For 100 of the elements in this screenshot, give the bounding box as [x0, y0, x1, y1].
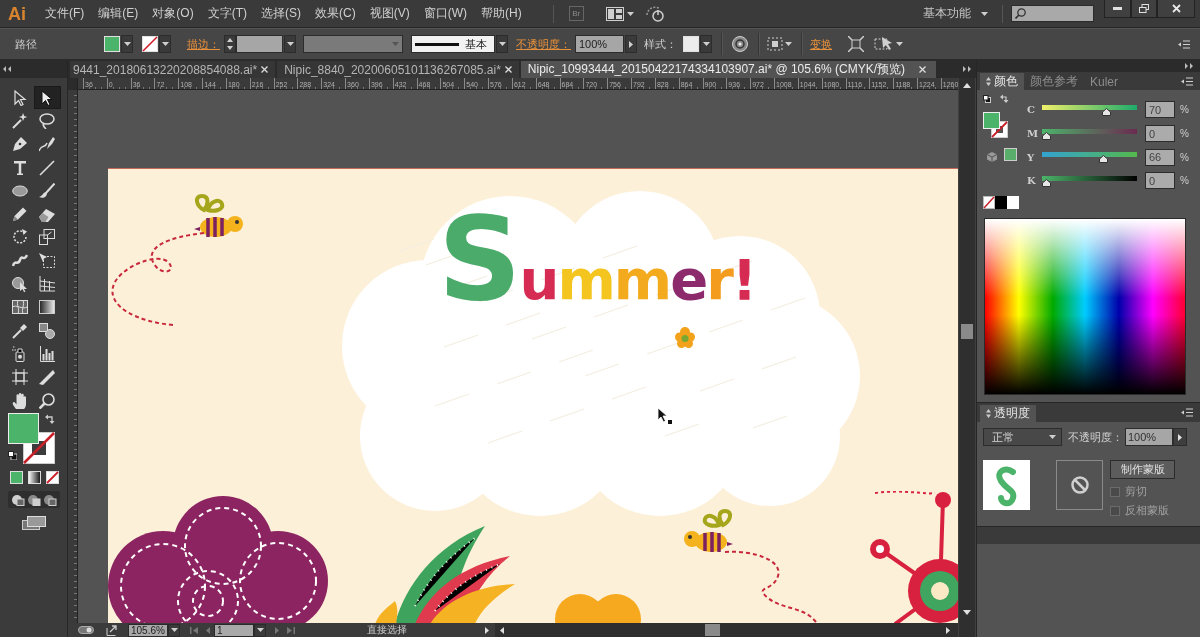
first-page-icon[interactable] [190, 626, 198, 634]
panel-tab[interactable]: Kuler [1084, 73, 1124, 90]
slider-thumb[interactable] [1042, 178, 1051, 187]
export-arrow-icon[interactable] [106, 624, 117, 636]
color-wheel-icon[interactable] [732, 36, 748, 52]
make-mask-button[interactable]: 制作蒙版 [1110, 460, 1175, 479]
panel-tab[interactable]: 颜色参考 [1024, 73, 1084, 90]
stepper-icon[interactable] [224, 35, 236, 53]
gradient-mode-icon[interactable] [28, 471, 41, 485]
none-swatch[interactable] [983, 196, 995, 209]
menu-item[interactable]: 编辑(E) [91, 2, 146, 25]
fill-swatch[interactable] [983, 112, 1000, 129]
shrink-arrows-icon[interactable] [848, 36, 864, 52]
expand-panels-icon[interactable] [962, 66, 972, 72]
close-icon[interactable] [918, 66, 926, 73]
scroll-thumb[interactable] [961, 324, 973, 339]
panel-tab[interactable]: 颜色 [980, 73, 1024, 90]
stroke-dropdown-button[interactable] [159, 35, 171, 53]
scroll-right-icon[interactable] [946, 626, 950, 634]
menu-item[interactable]: 帮助(H) [474, 2, 529, 25]
tool-button[interactable] [33, 86, 61, 110]
menu-item[interactable]: 选择(S) [254, 2, 308, 25]
menu-item[interactable]: 窗口(W) [416, 2, 474, 25]
scroll-down-icon[interactable] [963, 610, 971, 615]
close-icon[interactable] [261, 66, 269, 73]
color-mode-button[interactable] [10, 471, 23, 485]
close-icon[interactable] [504, 66, 512, 73]
menu-item[interactable]: 文件(F) [38, 2, 92, 25]
toggle-switch-icon[interactable] [78, 626, 94, 634]
screen-mode-icon[interactable] [21, 516, 46, 531]
color-swatch[interactable] [1007, 196, 1019, 209]
stroke-panel-link[interactable]: 描边： [187, 36, 220, 52]
previous-page-icon[interactable] [206, 626, 210, 634]
width-profile-dropdown[interactable] [303, 35, 403, 53]
menu-item[interactable]: 效果(C) [308, 2, 363, 25]
restore-button[interactable] [1131, 0, 1157, 18]
document-tab[interactable]: Nipic_10993444_20150422174334103907.ai* @ 105.6% (CMYK/预览) [520, 61, 936, 78]
channel-value-field[interactable]: 0 [1145, 172, 1175, 190]
document-tab[interactable]: Nipic_8840_20200605101136267085.ai* [277, 61, 519, 78]
panel-menu-icon[interactable] [1181, 408, 1193, 417]
swap-arrows-icon[interactable] [1000, 94, 1009, 103]
scroll-left-icon[interactable] [500, 626, 504, 634]
next-page-icon[interactable] [275, 626, 279, 634]
none-mode-icon[interactable] [46, 471, 59, 485]
collapse-toolbar-icon[interactable] [3, 66, 11, 72]
draw-inside-icon[interactable] [43, 493, 57, 507]
fill-dropdown-button[interactable] [121, 35, 133, 53]
power-gauge-icon[interactable] [645, 5, 664, 22]
fill-swatch[interactable] [8, 413, 39, 445]
align-dropdown-button[interactable] [767, 37, 792, 51]
last-page-icon[interactable] [287, 626, 295, 634]
fill-swatch[interactable] [104, 36, 120, 52]
draw-normal-icon[interactable] [11, 493, 25, 507]
menu-item[interactable]: 对象(O) [145, 2, 201, 25]
opacity-slider-button[interactable] [1173, 428, 1187, 446]
gamut-cube-icon[interactable] [987, 152, 997, 162]
page-dropdown-button[interactable] [254, 623, 266, 637]
collapse-toggle-icon[interactable] [986, 77, 991, 86]
collapse-toggle-icon[interactable] [986, 409, 991, 418]
artboard-number-field[interactable]: 1 [214, 623, 254, 637]
zoom-field[interactable]: 105.6% [128, 623, 168, 637]
color-swatch[interactable] [995, 196, 1007, 209]
scroll-thumb[interactable] [705, 624, 720, 636]
color-spectrum[interactable] [984, 218, 1186, 395]
style-dropdown-button[interactable] [700, 35, 712, 53]
graphic-style-swatch[interactable] [683, 36, 699, 52]
opacity-slider-button[interactable] [625, 35, 637, 53]
slider-thumb[interactable] [1042, 131, 1051, 140]
document-tab[interactable]: 9441_20180613220208854088.ai* [70, 61, 276, 78]
arrange-documents-button[interactable] [605, 6, 634, 21]
brush-definition-dropdown[interactable]: 基本 [411, 35, 495, 53]
panel-menu-icon[interactable] [1181, 76, 1193, 86]
stroke-none-swatch[interactable] [142, 36, 158, 52]
swap-arrows-icon[interactable] [45, 414, 55, 425]
search-field[interactable] [1011, 5, 1094, 22]
channel-value-field[interactable]: 70 [1145, 101, 1175, 119]
menu-item[interactable]: 视图(V) [362, 2, 417, 25]
draw-behind-icon[interactable] [27, 493, 41, 507]
channel-value-field[interactable]: 0 [1145, 125, 1175, 143]
scroll-up-icon[interactable] [963, 83, 971, 88]
panel-tab[interactable]: 透明度 [980, 405, 1036, 422]
web-color-swatch[interactable] [1004, 148, 1017, 161]
panel-menu-icon[interactable] [1178, 39, 1190, 49]
opacity-field[interactable]: 100% [1125, 428, 1173, 446]
select-similar-button[interactable] [874, 36, 903, 52]
horizontal-scrollbar[interactable] [495, 623, 958, 637]
brush-dropdown-button[interactable] [496, 35, 508, 53]
stroke-weight-dropdown-button[interactable] [284, 35, 296, 53]
slider-thumb[interactable] [1098, 155, 1108, 164]
slider-thumb[interactable] [1102, 107, 1112, 116]
opacity-field[interactable]: 100% [575, 35, 624, 53]
workspace-switcher[interactable]: 基本功能 [923, 5, 988, 22]
menu-item[interactable]: 文字(T) [200, 2, 254, 25]
default-colors-icon[interactable] [983, 95, 991, 103]
collapse-panels-icon[interactable] [1185, 63, 1194, 69]
minimize-button[interactable] [1104, 0, 1131, 18]
default-colors-icon[interactable] [8, 451, 17, 461]
blend-mode-dropdown[interactable]: 正常 [983, 428, 1062, 446]
zoom-dropdown-button[interactable] [168, 623, 180, 637]
opacity-panel-link[interactable]: 不透明度： [516, 36, 571, 52]
